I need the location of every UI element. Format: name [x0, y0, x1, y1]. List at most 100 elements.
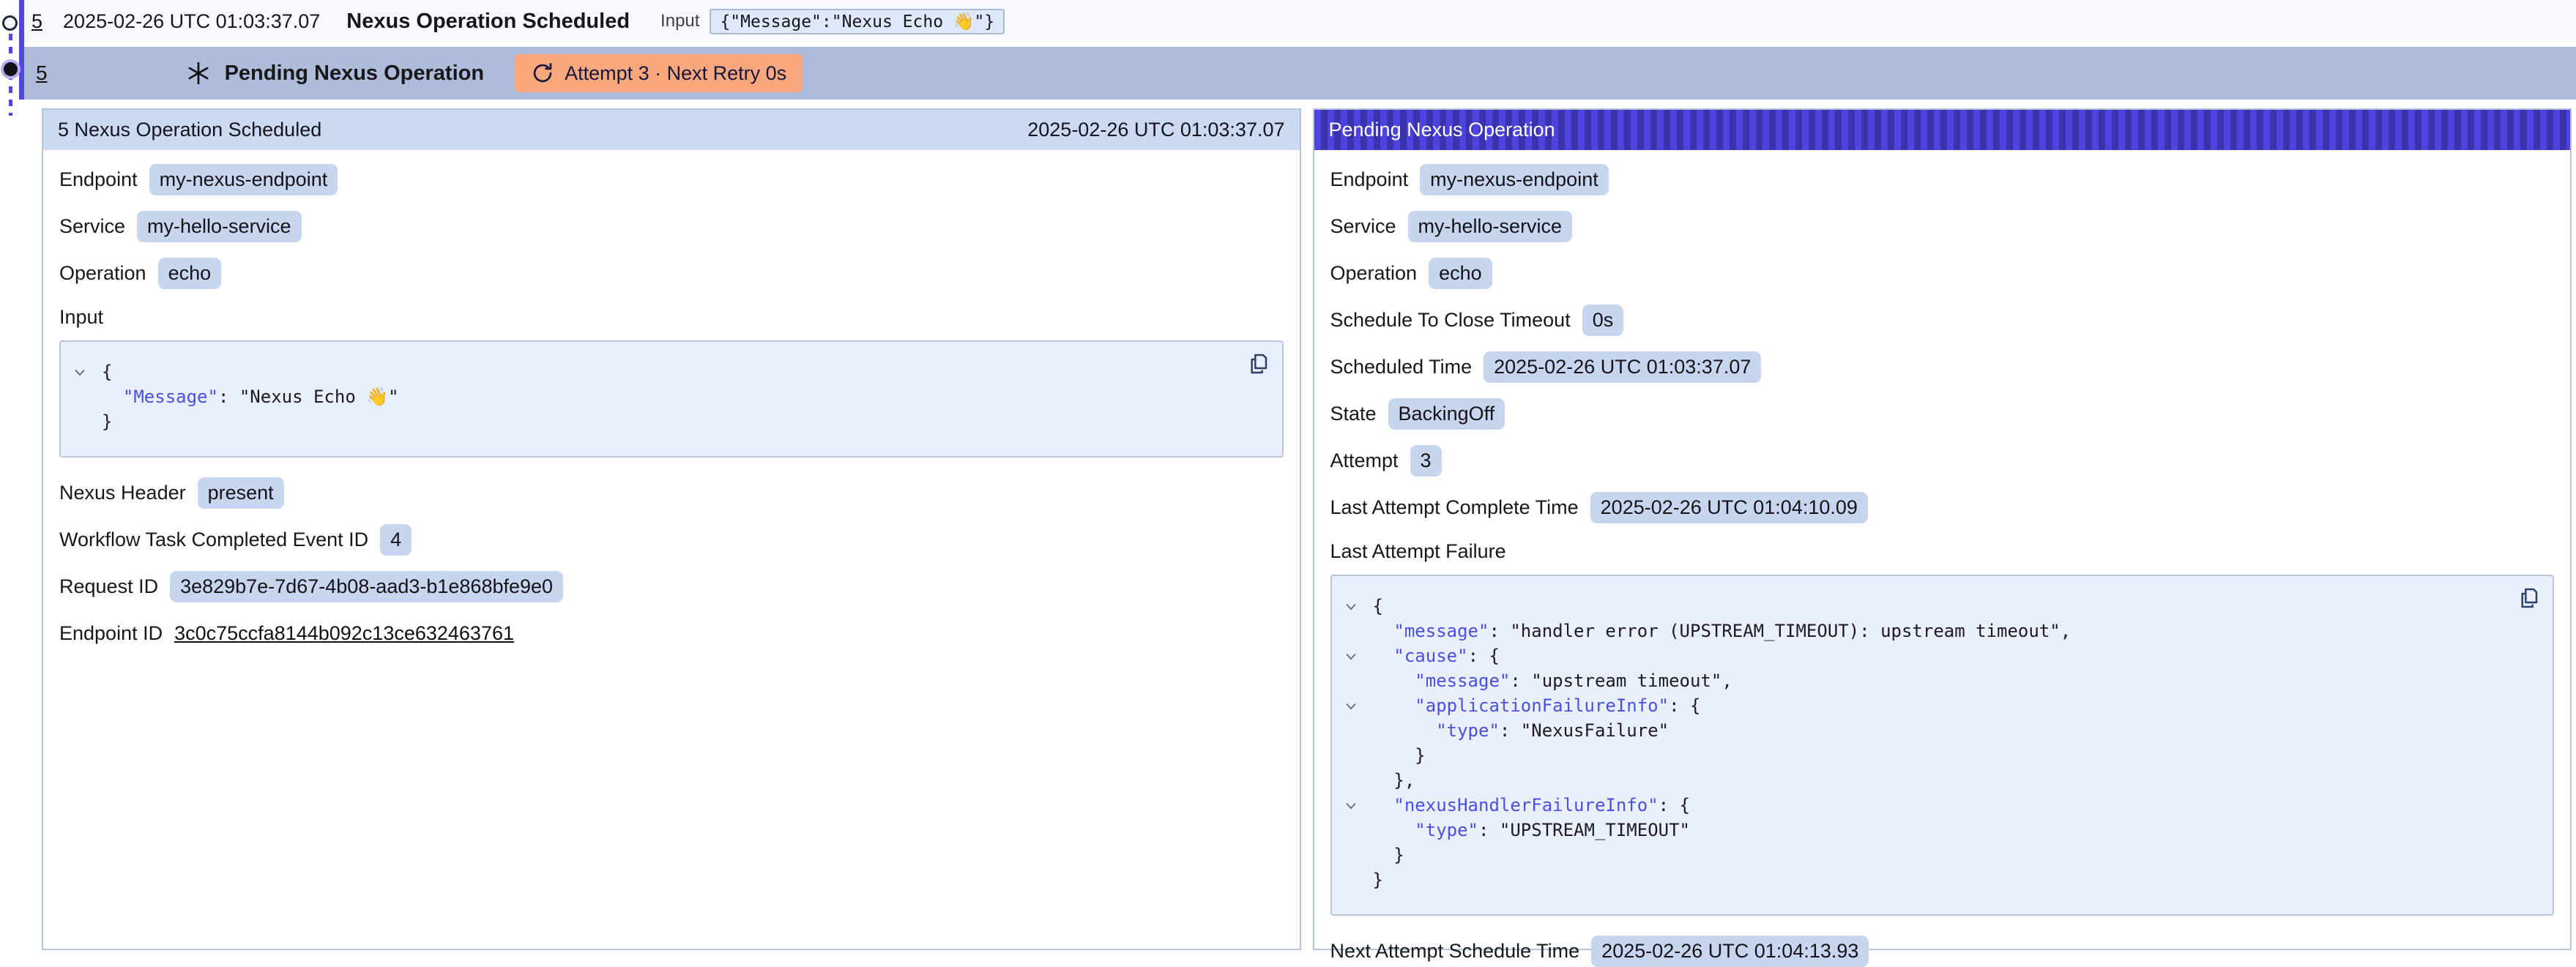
event-title: Pending Nexus Operation	[225, 61, 485, 86]
field-service: Service my-hello-service	[59, 210, 1284, 242]
json-line: "message": "upstream timeout",	[1345, 668, 2534, 693]
json-line: },	[1345, 768, 2534, 793]
timeline-node-pending	[4, 62, 18, 76]
field-label: Endpoint ID	[59, 622, 163, 645]
json-code: "message": "handler error (UPSTREAM_TIME…	[1373, 619, 2071, 643]
json-line: "cause": {	[1345, 643, 2534, 668]
field-value-badge: 2025-02-26 UTC 01:03:37.07	[1484, 351, 1761, 383]
json-code: "cause": {	[1373, 643, 1500, 668]
field-value-badge: my-hello-service	[137, 211, 302, 242]
field-label: Operation	[59, 262, 146, 285]
json-code: {	[102, 359, 112, 384]
event-row-pending[interactable]: 5 Pending Nexus Operation Attempt 3 · Ne…	[24, 47, 2576, 100]
collapse-chevron-icon[interactable]	[1345, 594, 1373, 619]
event-timestamp: 2025-02-26 UTC 01:03:37.07	[63, 10, 320, 33]
json-code: "nexusHandlerFailureInfo": {	[1373, 793, 1691, 818]
field-value-badge: echo	[1429, 258, 1492, 289]
pending-panel-header: Pending Nexus Operation	[1314, 110, 2571, 150]
field-label: Nexus Header	[59, 482, 186, 504]
scheduled-panel-body: Endpoint my-nexus-endpoint Service my-he…	[43, 150, 1300, 649]
json-line: {	[74, 359, 1263, 384]
json-line: "Message": "Nexus Echo 👋"	[74, 384, 1263, 409]
field-operation: Operation echo	[1330, 257, 2555, 289]
collapse-chevron-icon[interactable]	[1345, 693, 1373, 718]
field-request-id: Request ID 3e829b7e-7d67-4b08-aad3-b1e86…	[59, 570, 1284, 602]
field-value-badge: 2025-02-26 UTC 01:04:13.93	[1591, 936, 1869, 967]
field-label: Scheduled Time	[1330, 356, 1473, 378]
json-line: "type": "UPSTREAM_TIMEOUT"	[1345, 818, 2534, 843]
event-id-link[interactable]: 5	[31, 10, 42, 33]
field-label: Service	[59, 215, 125, 238]
copy-button[interactable]	[2516, 585, 2542, 611]
json-code: }	[102, 409, 112, 434]
field-state: State BackingOff	[1330, 397, 2555, 430]
json-line: "applicationFailureInfo": {	[1345, 693, 2534, 718]
refresh-icon	[531, 61, 554, 85]
field-attempt: Attempt 3	[1330, 444, 2555, 477]
timeline-active-bar	[19, 0, 24, 100]
field-last-attempt-complete-time: Last Attempt Complete Time 2025-02-26 UT…	[1330, 491, 2555, 523]
endpoint-id-link[interactable]: 3c0c75ccfa8144b092c13ce632463761	[174, 622, 514, 645]
json-code: }	[1373, 867, 1383, 892]
panel-title: Pending Nexus Operation	[1329, 119, 1555, 141]
field-label: Schedule To Close Timeout	[1330, 309, 1571, 332]
event-id-link[interactable]: 5	[36, 61, 48, 85]
timeline-node-scheduled	[2, 15, 18, 31]
field-value-badge: 2025-02-26 UTC 01:04:10.09	[1590, 492, 1868, 523]
json-code: {	[1373, 594, 1383, 619]
json-code: "type": "UPSTREAM_TIMEOUT"	[1373, 818, 1690, 843]
json-line: }	[1345, 843, 2534, 867]
event-title: Nexus Operation Scheduled	[346, 10, 630, 34]
event-detail-panels: 5 Nexus Operation Scheduled 2025-02-26 U…	[42, 108, 2572, 950]
field-label: Request ID	[59, 575, 158, 598]
failure-json-viewer: { "message": "handler error (UPSTREAM_TI…	[1330, 575, 2555, 916]
field-label: Service	[1330, 215, 1396, 238]
json-line: "nexusHandlerFailureInfo": {	[1345, 793, 2534, 818]
panel-timestamp: 2025-02-26 UTC 01:03:37.07	[1027, 119, 1284, 141]
field-endpoint: Endpoint my-nexus-endpoint	[1330, 163, 2555, 195]
field-endpoint-id: Endpoint ID 3c0c75ccfa8144b092c13ce63246…	[59, 617, 1284, 649]
field-label: Next Attempt Schedule Time	[1330, 940, 1580, 963]
json-line: }	[1345, 743, 2534, 768]
field-label: Last Attempt Complete Time	[1330, 496, 1579, 519]
field-label: Operation	[1330, 262, 1418, 285]
field-nexus-header: Nexus Header present	[59, 477, 1284, 509]
field-wft-completed-event-id: Workflow Task Completed Event ID 4	[59, 523, 1284, 556]
panel-title: 5 Nexus Operation Scheduled	[58, 119, 321, 141]
collapse-chevron-icon[interactable]	[74, 359, 102, 384]
field-label: State	[1330, 403, 1377, 425]
field-value-badge: 0s	[1582, 305, 1624, 336]
field-value-badge: echo	[158, 258, 222, 289]
retry-status-badge: Attempt 3 · Next Retry 0s	[515, 54, 803, 92]
json-code: "Message": "Nexus Echo 👋"	[102, 384, 399, 409]
collapse-chevron-icon[interactable]	[1345, 793, 1373, 818]
field-label: Attempt	[1330, 449, 1399, 472]
field-value-badge: my-nexus-endpoint	[149, 164, 338, 195]
copy-button[interactable]	[1246, 351, 1272, 377]
scheduled-panel: 5 Nexus Operation Scheduled 2025-02-26 U…	[42, 108, 1301, 950]
json-line: "message": "handler error (UPSTREAM_TIME…	[1345, 619, 2534, 643]
collapse-chevron-icon[interactable]	[1345, 643, 1373, 668]
input-json-viewer: { "Message": "Nexus Echo 👋"}	[59, 340, 1284, 458]
json-code: "message": "upstream timeout",	[1373, 668, 1732, 693]
input-section-label: Input	[59, 304, 1284, 330]
field-value-badge: 3	[1410, 445, 1442, 477]
json-line: }	[1345, 867, 2534, 892]
field-value-badge: 4	[380, 524, 412, 556]
json-code: }	[1373, 843, 1404, 867]
json-line: }	[74, 409, 1263, 434]
field-value-badge: my-hello-service	[1408, 211, 1573, 242]
json-code: "type": "NexusFailure"	[1373, 718, 1669, 743]
field-value-badge: 3e829b7e-7d67-4b08-aad3-b1e868bfe9e0	[170, 571, 563, 602]
event-input-label: Input	[660, 11, 699, 31]
json-line: {	[1345, 594, 2534, 619]
json-code: "applicationFailureInfo": {	[1373, 693, 1701, 718]
json-code: }	[1373, 743, 1426, 768]
asterisk-icon	[185, 60, 212, 86]
field-label: Endpoint	[59, 168, 138, 191]
field-value-badge: present	[198, 477, 284, 509]
field-label: Endpoint	[1330, 168, 1409, 191]
event-row-scheduled[interactable]: 5 2025-02-26 UTC 01:03:37.07 Nexus Opera…	[24, 0, 2576, 42]
pending-panel-body: Endpoint my-nexus-endpoint Service my-he…	[1314, 150, 2571, 967]
field-service: Service my-hello-service	[1330, 210, 2555, 242]
